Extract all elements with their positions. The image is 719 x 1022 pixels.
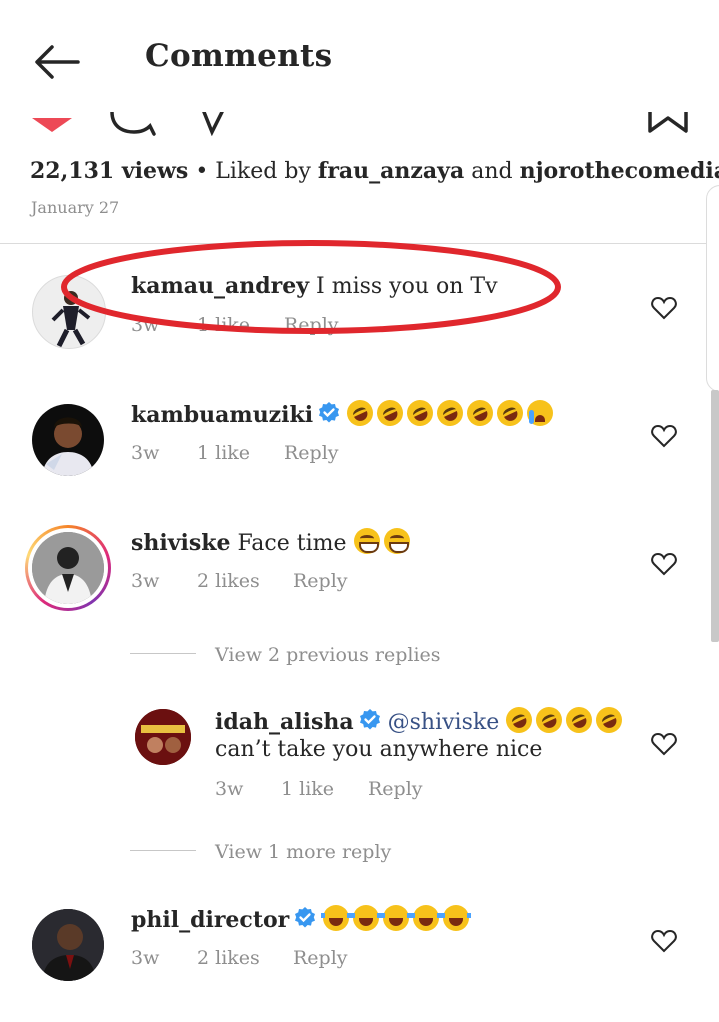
back-arrow-icon[interactable] <box>30 42 82 82</box>
rofl-emoji <box>501 702 537 738</box>
liked-by-and: and <box>464 159 520 184</box>
scrollbar[interactable] <box>711 390 719 642</box>
bookmark-icon[interactable] <box>647 112 689 134</box>
avatar[interactable] <box>32 404 104 476</box>
rofl-emoji <box>402 395 438 431</box>
comment-time: 3w <box>131 570 160 592</box>
avatar-image <box>135 709 191 765</box>
avatar-image <box>42 417 94 476</box>
crying-emoji <box>527 400 554 426</box>
verified-icon <box>295 907 316 928</box>
side-panel-edge <box>706 185 719 392</box>
emoji-group <box>342 395 557 431</box>
rofl-emoji <box>591 702 627 738</box>
rofl-emoji <box>492 395 528 431</box>
page-title: Comments <box>145 38 333 74</box>
comment-text: kambuamuziki <box>131 395 557 431</box>
avatar[interactable] <box>135 709 191 765</box>
heart-icon[interactable] <box>651 929 677 953</box>
share-icon[interactable] <box>200 112 228 136</box>
heart-icon[interactable] <box>651 296 677 320</box>
view-count: 22,131 views <box>30 158 189 184</box>
red-circle-annotation <box>61 240 561 334</box>
reply-body: can’t take you anywhere nice <box>215 737 543 762</box>
comment-likes[interactable]: 1 like <box>197 442 250 464</box>
comment-text: phil_director <box>131 905 473 933</box>
view-more-replies-button[interactable]: View 1 more reply <box>215 841 391 863</box>
comment-text: shiviske Face time <box>131 528 414 556</box>
avatar-image <box>32 532 104 604</box>
comment-time: 3w <box>131 947 160 969</box>
view-replies-rule <box>130 850 196 851</box>
avatar-image <box>32 909 104 981</box>
avatar[interactable] <box>32 532 104 604</box>
post-stats: 22,131 views • Liked by frau_anzaya and … <box>30 158 719 184</box>
joy-emoji <box>411 905 442 931</box>
reply-button[interactable]: Reply <box>284 442 339 464</box>
comment-likes[interactable]: 2 likes <box>197 947 260 969</box>
heart-icon[interactable] <box>651 552 677 576</box>
mention-link[interactable]: @shiviske <box>388 710 500 735</box>
post-date: January 27 <box>31 198 120 217</box>
reply-likes[interactable]: 1 like <box>281 778 334 800</box>
comment-meta: 3w 1 like Reply <box>131 442 431 466</box>
comment-meta: 3w 2 likes Reply <box>131 947 431 971</box>
grin-emoji <box>353 528 380 554</box>
verified-icon <box>359 709 380 730</box>
comment-time: 3w <box>131 442 160 464</box>
rofl-emoji <box>432 395 468 431</box>
rofl-emoji <box>372 395 408 431</box>
comment-icon[interactable] <box>108 112 156 136</box>
emoji-group <box>501 702 627 738</box>
comment-likes[interactable]: 2 likes <box>197 570 260 592</box>
heart-icon[interactable] <box>651 424 677 448</box>
joy-emoji <box>441 905 472 931</box>
joy-emoji <box>321 905 352 931</box>
rofl-emoji <box>462 395 498 431</box>
comment-body: Face time <box>237 531 347 556</box>
grin-emoji <box>383 528 410 554</box>
joy-emoji <box>351 905 382 931</box>
avatar[interactable] <box>32 909 104 981</box>
reply-button[interactable]: Reply <box>368 778 423 800</box>
reply-username[interactable]: idah_alisha <box>215 709 354 735</box>
liked-by-user-link[interactable]: njorothecomedian <box>520 158 719 184</box>
reply-text: idah_alisha @shiviske <box>215 702 627 738</box>
liked-by-user-link[interactable]: frau_anzaya <box>318 158 464 184</box>
joy-emoji <box>381 905 412 931</box>
comment-username[interactable]: phil_director <box>131 907 289 933</box>
heart-icon[interactable] <box>30 118 74 134</box>
view-replies-rule <box>130 653 196 654</box>
comment-username[interactable]: kambuamuziki <box>131 402 313 428</box>
emoji-group <box>321 905 473 933</box>
comment-meta: 3w 2 likes Reply <box>131 570 431 594</box>
comment-username[interactable]: shiviske <box>131 530 231 556</box>
reply-time: 3w <box>215 778 244 800</box>
rofl-emoji <box>561 702 597 738</box>
verified-icon <box>319 402 340 423</box>
rofl-emoji <box>342 395 378 431</box>
story-ring[interactable] <box>25 525 111 611</box>
reply-button[interactable]: Reply <box>293 947 348 969</box>
view-previous-replies-button[interactable]: View 2 previous replies <box>215 644 441 666</box>
liked-by-prefix: • Liked by <box>188 159 318 184</box>
reply-button[interactable]: Reply <box>293 570 348 592</box>
heart-icon[interactable] <box>651 732 677 756</box>
rofl-emoji <box>531 702 567 738</box>
reply-meta: 3w 1 like Reply <box>215 778 515 802</box>
